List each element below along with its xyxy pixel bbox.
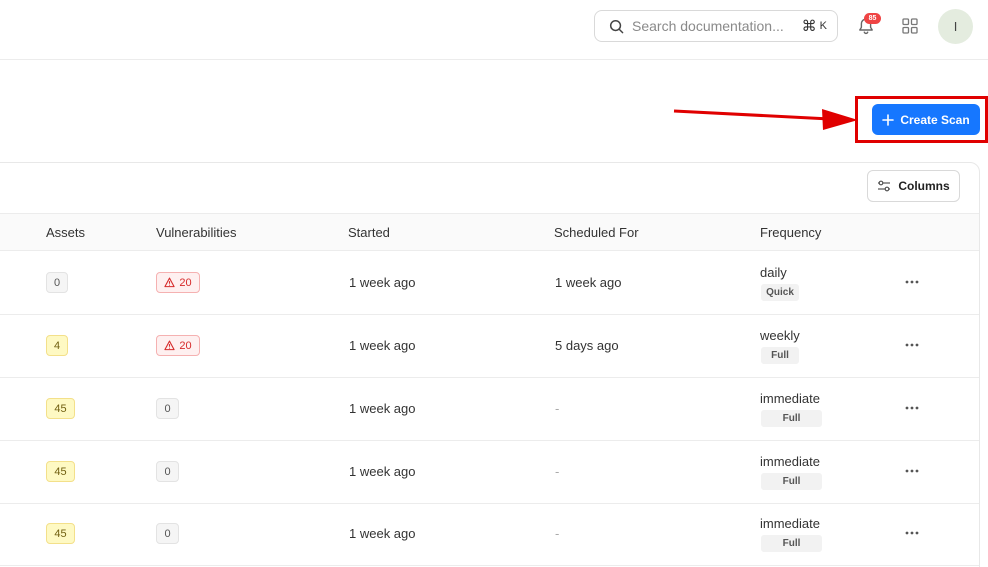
table-header: Assets Vulnerabilities Started Scheduled… xyxy=(0,213,979,251)
table-row[interactable]: 0 20 1 week ago 1 week ago daily Quick xyxy=(0,252,979,315)
notification-badge: 85 xyxy=(864,13,881,24)
scheduled-value: 5 days ago xyxy=(555,338,619,353)
assets-count: 0 xyxy=(46,272,68,293)
top-bar: Search documentation... ⌘ K 85 I xyxy=(0,0,988,60)
started-value: 1 week ago xyxy=(349,526,416,541)
command-key: ⌘ xyxy=(801,17,817,35)
search-icon xyxy=(609,19,624,33)
scan-type-tag: Full xyxy=(761,535,822,552)
header-assets[interactable]: Assets xyxy=(46,225,85,240)
search-shortcut: ⌘ K xyxy=(802,17,827,35)
more-options-icon[interactable] xyxy=(905,531,919,535)
more-options-icon[interactable] xyxy=(905,469,919,473)
assets-count: 4 xyxy=(46,335,68,356)
more-options-icon[interactable] xyxy=(905,406,919,410)
vulnerabilities-badge: 20 xyxy=(156,335,200,356)
warning-icon xyxy=(164,277,176,288)
started-value: 1 week ago xyxy=(349,401,416,416)
scheduled-value: - xyxy=(555,464,560,479)
plus-icon xyxy=(882,113,895,126)
frequency-value: weekly xyxy=(760,328,800,343)
vulnerabilities-count: 0 xyxy=(156,523,179,544)
vulnerabilities-count: 20 xyxy=(179,339,192,352)
assets-count: 45 xyxy=(46,523,75,544)
table-row[interactable]: 45 0 1 week ago - immediate Full xyxy=(0,503,979,566)
started-value: 1 week ago xyxy=(349,338,416,353)
header-scheduled-for[interactable]: Scheduled For xyxy=(554,225,639,240)
vulnerabilities-count: 0 xyxy=(156,461,179,482)
sliders-icon xyxy=(878,180,891,192)
table-row[interactable]: 4 20 1 week ago 5 days ago weekly Full xyxy=(0,315,979,378)
apps-grid-icon[interactable] xyxy=(902,18,918,34)
scan-type-tag: Full xyxy=(761,410,822,427)
create-scan-label: Create Scan xyxy=(900,112,970,127)
search-placeholder: Search documentation... xyxy=(632,18,784,34)
scan-type-tag: Full xyxy=(761,473,822,490)
scan-type-tag: Full xyxy=(761,347,799,364)
avatar[interactable]: I xyxy=(938,9,973,44)
started-value: 1 week ago xyxy=(349,464,416,479)
more-options-icon[interactable] xyxy=(905,343,919,347)
avatar-initial: I xyxy=(953,19,958,34)
assets-count: 45 xyxy=(46,461,75,482)
frequency-value: immediate xyxy=(760,454,820,469)
vulnerabilities-badge: 20 xyxy=(156,272,200,293)
header-started[interactable]: Started xyxy=(348,225,390,240)
header-vulnerabilities[interactable]: Vulnerabilities xyxy=(156,225,236,240)
shortcut-letter: K xyxy=(819,20,827,32)
frequency-value: immediate xyxy=(760,516,820,531)
scheduled-value: 1 week ago xyxy=(555,275,622,290)
create-scan-button[interactable]: Create Scan xyxy=(872,104,980,135)
started-value: 1 week ago xyxy=(349,275,416,290)
columns-label: Columns xyxy=(898,179,950,193)
table-row[interactable]: 45 0 1 week ago - immediate Full xyxy=(0,441,979,504)
search-input[interactable]: Search documentation... ⌘ K xyxy=(594,10,838,42)
header-frequency[interactable]: Frequency xyxy=(760,225,821,240)
annotation-arrow xyxy=(673,109,858,130)
frequency-value: daily xyxy=(760,265,787,280)
vulnerabilities-count: 20 xyxy=(179,276,192,289)
more-options-icon[interactable] xyxy=(905,280,919,284)
scheduled-value: - xyxy=(555,526,560,541)
assets-count: 45 xyxy=(46,398,75,419)
frequency-value: immediate xyxy=(760,391,820,406)
columns-button[interactable]: Columns xyxy=(867,170,960,202)
warning-icon xyxy=(164,340,176,351)
table-row[interactable]: 45 0 1 week ago - immediate Full xyxy=(0,378,979,441)
scheduled-value: - xyxy=(555,401,560,416)
vulnerabilities-count: 0 xyxy=(156,398,179,419)
scan-type-tag: Quick xyxy=(761,284,799,301)
